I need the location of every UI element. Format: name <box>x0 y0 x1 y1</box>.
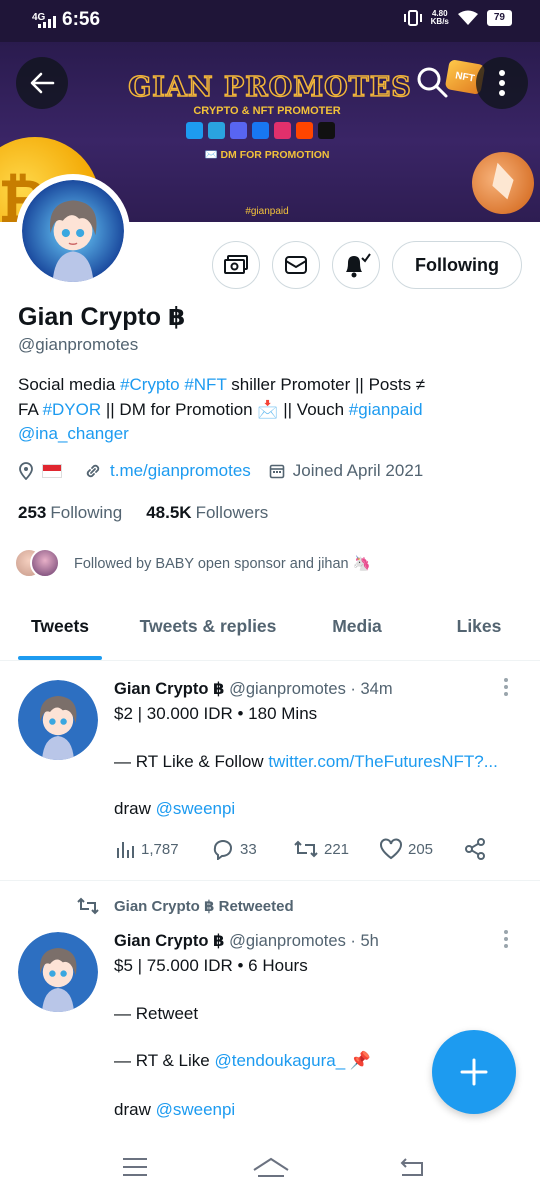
menu-icon[interactable] <box>121 1156 149 1178</box>
bell-check-icon <box>346 253 371 278</box>
clock: 6:56 <box>62 9 101 30</box>
tweet-text: — Retweet <box>114 1004 199 1023</box>
reply-icon <box>213 840 233 860</box>
indonesia-flag-icon <box>42 464 62 478</box>
mention-link[interactable]: @sweenpi <box>156 1100 236 1119</box>
tweet-text: $2 | 30.000 IDR • 180 Mins <box>114 704 318 723</box>
joined-date: Joined April 2021 <box>292 461 424 480</box>
heart-icon <box>380 838 402 860</box>
message-button[interactable] <box>272 241 320 289</box>
instagram-icon <box>274 122 291 139</box>
more-options-button[interactable] <box>476 57 528 109</box>
twitter-icon <box>186 122 203 139</box>
tweet-text: draw @sweenpi <box>114 1100 236 1119</box>
tab-media[interactable]: Media <box>296 600 418 660</box>
hashtag-link[interactable]: #Crypto <box>120 375 180 394</box>
location-icon <box>18 462 34 480</box>
tweet-more-icon[interactable] <box>504 930 508 948</box>
network-speed: 4.80 KB/s <box>430 9 449 26</box>
tweet-text: $5 | 75.000 IDR • 6 Hours <box>114 956 308 975</box>
tab-tweets[interactable]: Tweets <box>0 600 120 660</box>
profile-avatar[interactable] <box>16 174 130 288</box>
compose-tweet-button[interactable] <box>432 1030 516 1114</box>
wifi-icon <box>457 10 478 25</box>
follow-stats: 253 Following 48.5K Followers <box>18 503 268 523</box>
views-icon <box>117 842 134 858</box>
tweet-text: — RT Like & Follow twitter.com/TheFuture… <box>114 752 498 771</box>
retweet-icon <box>77 897 99 915</box>
money-icon <box>224 255 248 274</box>
profile-handle: @gianpromotes <box>18 335 139 354</box>
reply-button[interactable]: 33 <box>211 838 293 860</box>
tweet-actions: 1,787 33 221 205 <box>114 837 487 861</box>
arrow-left-icon <box>30 72 55 94</box>
like-button[interactable]: 205 <box>379 838 463 860</box>
tip-button[interactable] <box>212 241 260 289</box>
profile-website-link[interactable]: t.me/gianpromotes <box>110 461 251 481</box>
more-vertical-icon <box>499 70 505 96</box>
calendar-icon <box>269 463 285 479</box>
back-button[interactable] <box>16 57 68 109</box>
tweet-header: Gian Crypto ฿ @gianpromotes · 34m <box>114 680 393 698</box>
telegram-icon <box>208 122 225 139</box>
banner-dm-text: ✉️ DM FOR PROMOTION <box>204 149 330 161</box>
display-name: Gian Crypto ฿ <box>18 303 186 331</box>
system-navigation-bar <box>0 1138 540 1200</box>
notifications-button[interactable] <box>332 241 380 289</box>
following-button[interactable]: Following <box>392 241 522 289</box>
share-icon <box>465 838 485 860</box>
profile-bio: Social media #Crypto #NFT shiller Promot… <box>18 375 426 443</box>
search-icon <box>417 67 448 98</box>
mention-link[interactable]: @sweenpi <box>156 799 236 818</box>
hashtag-link[interactable]: #DYOR <box>43 400 102 419</box>
views-button[interactable]: 1,787 <box>114 838 211 860</box>
battery-indicator: 79 <box>486 10 512 26</box>
tweet-text: draw @sweenpi <box>114 799 236 818</box>
tweet-link[interactable]: twitter.com/TheFuturesNFT?... <box>268 752 498 771</box>
mention-link[interactable]: @ina_changer <box>18 424 129 443</box>
banner-social-icons <box>186 122 335 139</box>
profile-tabs: Tweets Tweets & replies Media Likes <box>0 600 540 661</box>
retweeted-label: Gian Crypto ฿ Retweeted <box>76 896 294 916</box>
back-icon[interactable] <box>396 1156 426 1180</box>
envelope-icon <box>285 256 307 274</box>
tab-tweets-and-replies[interactable]: Tweets & replies <box>120 600 296 660</box>
reddit-icon <box>296 122 313 139</box>
followers-count-link[interactable]: 48.5K Followers <box>146 503 268 523</box>
tweet-text: — RT & Like @tendoukagura_ 📌 <box>114 1051 372 1070</box>
home-icon[interactable] <box>252 1156 290 1182</box>
tweet-more-icon[interactable] <box>504 678 508 696</box>
profile-meta: t.me/gianpromotes Joined April 2021 <box>18 461 423 481</box>
divider <box>0 880 540 881</box>
tiktok-icon <box>318 122 335 139</box>
following-count-link[interactable]: 253 Following <box>18 503 122 523</box>
share-button[interactable] <box>463 837 487 861</box>
followed-by-text: Followed by BABY open sponsor and jihan … <box>74 555 371 572</box>
retweet-button[interactable]: 221 <box>293 838 379 860</box>
followed-by-row[interactable]: Followed by BABY open sponsor and jihan … <box>14 548 371 578</box>
active-tab-indicator <box>18 656 102 660</box>
banner-subtitle: CRYPTO & NFT PROMOTER <box>193 105 341 117</box>
plus-icon <box>460 1058 488 1086</box>
avatar <box>30 548 60 578</box>
link-icon <box>84 462 102 480</box>
hashtag-link[interactable]: #gianpaid <box>349 400 423 419</box>
avatar[interactable] <box>18 932 98 1012</box>
tab-likes[interactable]: Likes <box>418 600 540 660</box>
retweet-icon <box>294 840 318 858</box>
vibrate-icon <box>403 10 422 26</box>
tweet-header: Gian Crypto ฿ @gianpromotes · 5h <box>114 932 379 950</box>
hashtag-link[interactable]: #NFT <box>184 375 226 394</box>
anime-avatar-image <box>22 180 124 282</box>
discord-icon <box>230 122 247 139</box>
mention-link[interactable]: @tendoukagura_ <box>214 1051 345 1070</box>
facebook-icon <box>252 122 269 139</box>
status-bar: 4G 6:56 4.80 KB/s 79 <box>0 0 540 42</box>
avatar[interactable] <box>18 680 98 760</box>
signal-icon <box>38 16 56 28</box>
